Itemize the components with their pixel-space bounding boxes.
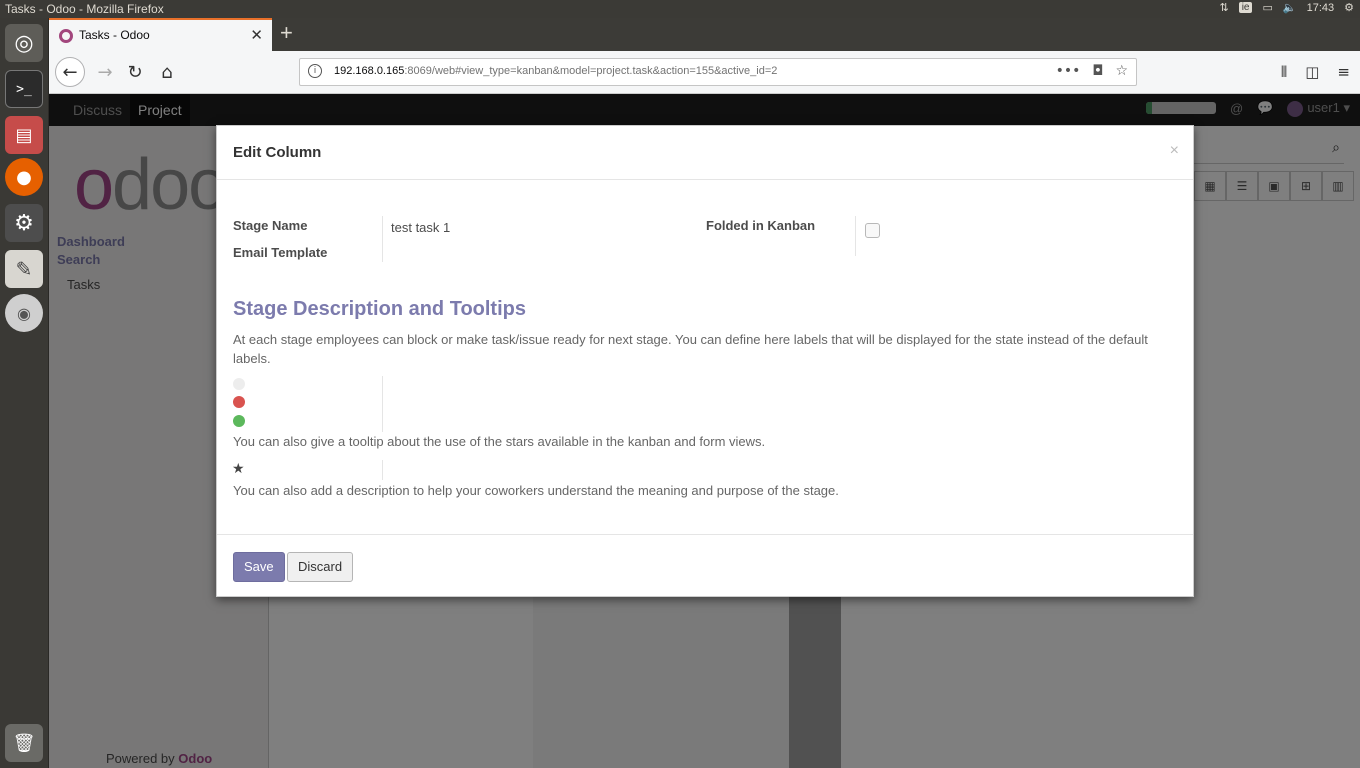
text-editor-icon[interactable]: ✎ (5, 250, 43, 288)
url-path: :8069/web#view_type=kanban&model=project… (404, 65, 778, 77)
browser-nav-bar: ← → ↻ ⌂ i 192.168.0.165:8069/web#view_ty… (49, 51, 1360, 94)
library-icon[interactable]: ⫴ (1281, 63, 1287, 81)
url-text[interactable]: 192.168.0.165:8069/web#view_type=kanban&… (334, 65, 777, 77)
discard-button[interactable]: Discard (287, 552, 354, 582)
tab-title: Tasks - Odoo (79, 28, 150, 42)
stage-description-text: At each stage employees can block or mak… (233, 332, 1148, 366)
pocket-icon[interactable]: ◘ (1092, 63, 1103, 79)
new-tab-plus-icon[interactable]: + (280, 20, 293, 46)
modal-title: Edit Column (233, 144, 322, 161)
field-divider (382, 460, 383, 480)
system-tray: ⇅ ie ▭ 🔈 17:43 ⚙ (1219, 1, 1354, 15)
section-title: Stage Description and Tooltips (233, 298, 526, 320)
email-template-label: Email Template (233, 245, 328, 260)
close-icon[interactable]: × (1170, 142, 1179, 160)
terminal-icon[interactable]: >_ (5, 70, 43, 108)
folded-in-kanban-checkbox[interactable] (865, 223, 880, 238)
url-host: 192.168.0.165 (334, 65, 405, 77)
forward-arrow-icon[interactable]: → (91, 58, 119, 86)
close-tab-icon[interactable]: ✕ (250, 26, 263, 44)
os-top-panel: Tasks - Odoo - Mozilla Firefox ⇅ ie ▭ 🔈 … (0, 0, 1360, 18)
stars-tooltip-text: You can also give a tooltip about the us… (233, 434, 766, 449)
ubuntu-dash-icon[interactable]: ◎ (5, 24, 43, 62)
settings-gear-icon[interactable]: ⚙ (1344, 1, 1354, 14)
modal-header: Edit Column × (217, 126, 1193, 180)
launcher-dock: ◎ >_ ▤ ● ⚙ ✎ ◉ 🗑 (0, 18, 49, 768)
stage-name-field[interactable]: test task 1 (391, 220, 450, 235)
home-icon[interactable]: ⌂ (153, 58, 181, 86)
legend-priority-field[interactable] (391, 460, 791, 478)
volume-icon[interactable]: 🔈 (1283, 1, 1297, 14)
odoo-favicon-icon (59, 29, 73, 43)
field-divider (382, 376, 383, 432)
back-arrow-icon[interactable]: ← (55, 57, 85, 87)
state-normal-icon (233, 378, 245, 390)
page-actions-icon[interactable]: ••• (1056, 63, 1081, 79)
keyboard-layout-indicator[interactable]: ie (1238, 2, 1253, 13)
folded-in-kanban-label: Folded in Kanban (706, 218, 816, 233)
battery-icon[interactable]: ▭ (1262, 1, 1272, 14)
modal-footer: Save Discard (217, 534, 1193, 598)
edit-column-dialog: Edit Column × Stage Name Email Template … (216, 125, 1194, 597)
clock[interactable]: 17:43 (1307, 2, 1335, 14)
bookmark-star-icon[interactable]: ☆ (1115, 63, 1128, 79)
network-icon[interactable]: ⇅ (1219, 1, 1228, 14)
window-title: Tasks - Odoo - Mozilla Firefox (5, 2, 164, 16)
legend-blocked-field[interactable] (391, 394, 791, 412)
browser-tab-tasks[interactable]: Tasks - Odoo ✕ (49, 18, 272, 51)
reload-icon[interactable]: ↻ (121, 58, 149, 86)
firefox-icon[interactable]: ● (5, 158, 43, 196)
file-manager-icon[interactable]: ▤ (5, 116, 43, 154)
description-hint-text: You can also add a description to help y… (233, 483, 839, 498)
star-icon: ★ (232, 461, 245, 477)
sidebar-toggle-icon[interactable]: ◫ (1305, 63, 1319, 81)
save-button[interactable]: Save (233, 552, 285, 582)
state-done-icon (233, 415, 245, 427)
hamburger-menu-icon[interactable]: ≡ (1337, 63, 1350, 81)
disc-icon[interactable]: ◉ (5, 294, 43, 332)
state-blocked-icon (233, 396, 245, 408)
url-bar[interactable]: i 192.168.0.165:8069/web#view_type=kanba… (299, 58, 1137, 86)
system-settings-icon[interactable]: ⚙ (5, 204, 43, 242)
field-divider (855, 216, 856, 256)
stage-name-label: Stage Name (233, 218, 308, 233)
legend-normal-field[interactable] (391, 376, 791, 394)
field-divider (382, 216, 383, 262)
legend-done-field[interactable] (391, 412, 791, 430)
email-template-field[interactable] (391, 240, 691, 260)
trash-icon[interactable]: 🗑 (5, 724, 43, 762)
site-info-icon[interactable]: i (308, 64, 322, 78)
